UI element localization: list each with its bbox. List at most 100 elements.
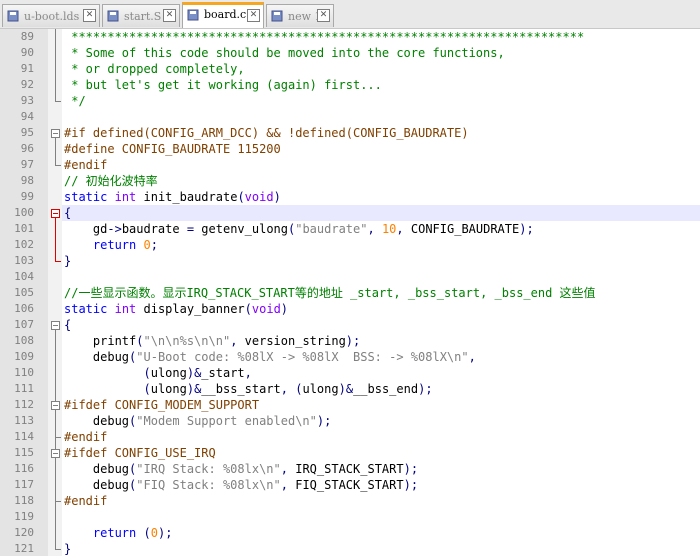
code-line[interactable]: * but let's get it working (again) first…	[64, 77, 382, 93]
code-line[interactable]: static int init_baudrate(void)	[64, 189, 281, 205]
code-line[interactable]: {	[64, 205, 71, 221]
code-token: "\n\n%s\n\n"	[143, 334, 231, 348]
code-token: ,	[468, 350, 476, 364]
code-token: //一些显示函数。显示IRQ_STACK_START等的地址 _start, _…	[64, 286, 596, 300]
fold-collapse-icon[interactable]	[51, 321, 60, 330]
close-icon[interactable]: ✕	[317, 9, 330, 22]
code-line[interactable]: #endif	[64, 493, 107, 509]
line-number: 103	[14, 254, 34, 267]
code-line[interactable]: return (0);	[64, 525, 173, 541]
code-line[interactable]: }	[64, 253, 71, 269]
line-number: 110	[14, 366, 34, 379]
line-number: 111	[14, 382, 34, 395]
code-token: (	[143, 526, 151, 540]
code-line[interactable]: gd->baudrate = getenv_ulong("baudrate", …	[64, 221, 534, 237]
fold-line	[55, 29, 56, 101]
code-token: void	[251, 302, 281, 316]
line-number-gutter: 89 90 91 92 93 94 95 96 97 98 99 100 101 102 103 104 105…	[0, 29, 48, 556]
code-token: debug	[64, 414, 130, 428]
code-token: printf	[64, 334, 137, 348]
code-token: return	[92, 238, 137, 252]
code-token: debug	[64, 350, 130, 364]
tab-u-boot-lds[interactable]: u-boot.lds ✕	[2, 4, 100, 27]
fold-end-mark	[55, 437, 61, 438]
code-line[interactable]: (ulong)&__bss_start, (ulong)&__bss_end);	[64, 381, 432, 397]
code-token: init_baudrate	[136, 190, 238, 204]
code-line[interactable]: }	[64, 541, 71, 556]
line-number: 108	[14, 334, 34, 347]
fold-line	[55, 218, 56, 261]
tab-start-s[interactable]: start.S ✕	[102, 4, 180, 27]
code-line[interactable]: (ulong)&_start,	[64, 365, 251, 381]
code-token: FIQ_STACK_START	[288, 478, 404, 492]
close-icon[interactable]: ✕	[163, 9, 176, 22]
code-line[interactable]: * or dropped completely,	[64, 61, 244, 77]
code-token: );	[157, 526, 173, 540]
code-token: return	[92, 526, 137, 540]
line-number: 116	[14, 462, 34, 475]
code-line[interactable]: #if defined(CONFIG_ARM_DCC) && !defined(…	[64, 125, 469, 141]
tab-board-c[interactable]: board.c ✕	[182, 2, 264, 28]
code-token: * but let's get it working (again) first…	[64, 78, 382, 92]
code-line[interactable]: return 0;	[64, 237, 158, 253]
code-token: );	[403, 478, 419, 492]
code-token: debug	[64, 478, 130, 492]
code-line[interactable]: {	[64, 317, 71, 333]
code-token: }	[64, 542, 72, 556]
code-line[interactable]: printf("\n\n%s\n\n", version_string);	[64, 333, 360, 349]
code-line[interactable]: //一些显示函数。显示IRQ_STACK_START等的地址 _start, _…	[64, 285, 596, 301]
code-line[interactable]: #define CONFIG_BAUDRATE 115200	[64, 141, 281, 157]
code-token: "U-Boot code: %08lX -> %08lX BSS: -> %08…	[136, 350, 469, 364]
code-token: IRQ_STACK_START	[288, 462, 404, 476]
code-line[interactable]: #endif	[64, 157, 107, 173]
line-number: 113	[14, 414, 34, 427]
code-token: );	[316, 414, 332, 428]
code-line[interactable]: */	[64, 93, 85, 109]
fold-collapse-icon[interactable]	[51, 209, 60, 218]
code-line[interactable]: debug("Modem Support enabled\n");	[64, 413, 331, 429]
line-number: 107	[14, 318, 34, 331]
code-line[interactable]: debug("IRQ Stack: %08lx\n", IRQ_STACK_ST…	[64, 461, 418, 477]
line-number: 100	[14, 206, 34, 219]
code-token: __bss_end	[353, 382, 419, 396]
code-editor[interactable]: 89 90 91 92 93 94 95 96 97 98 99 100 101 102 103 104 105…	[0, 29, 700, 556]
code-token: ,	[280, 382, 289, 396]
close-icon[interactable]: ✕	[247, 9, 260, 22]
code-token: ->	[107, 222, 122, 236]
code-token: "baudrate"	[295, 222, 368, 236]
code-token: ulong	[150, 382, 187, 396]
code-line[interactable]: // 初始化波特率	[64, 173, 158, 189]
line-number: 92	[20, 78, 34, 91]
code-token: int	[114, 190, 137, 204]
code-line[interactable]: * Some of this code should be moved into…	[64, 45, 504, 61]
code-line[interactable]: #endif	[64, 429, 107, 445]
code-token: =	[186, 222, 195, 236]
line-number: 109	[14, 350, 34, 363]
code-line[interactable]: static int display_banner(void)	[64, 301, 288, 317]
line-number: 94	[20, 110, 34, 123]
tab-label: u-boot.lds	[24, 10, 80, 23]
code-line[interactable]: ****************************************…	[64, 29, 584, 45]
tab-new-1[interactable]: new 1 ✕	[266, 4, 334, 27]
fold-collapse-icon[interactable]	[51, 401, 60, 410]
code-line[interactable]: #ifdef CONFIG_USE_IRQ	[64, 445, 216, 461]
fold-collapse-icon[interactable]	[51, 449, 60, 458]
code-token: baudrate	[121, 222, 187, 236]
code-token: display_banner	[136, 302, 245, 316]
fold-end-mark	[55, 101, 61, 102]
close-icon[interactable]: ✕	[83, 9, 96, 22]
line-number: 120	[14, 526, 34, 539]
line-number: 121	[14, 542, 34, 555]
fold-end-mark	[55, 165, 61, 166]
code-token: );	[345, 334, 361, 348]
tab-bar: u-boot.lds ✕ start.S ✕ board.c ✕ new 1 ✕	[0, 0, 700, 29]
code-token: debug	[64, 462, 130, 476]
code-line[interactable]: debug("FIQ Stack: %08lx\n", FIQ_STACK_ST…	[64, 477, 418, 493]
tab-label: board.c	[204, 8, 247, 21]
code-line[interactable]: debug("U-Boot code: %08lX -> %08lX BSS: …	[64, 349, 476, 365]
fold-collapse-icon[interactable]	[51, 129, 60, 138]
code-line[interactable]: #ifdef CONFIG_MODEM_SUPPORT	[64, 397, 259, 413]
